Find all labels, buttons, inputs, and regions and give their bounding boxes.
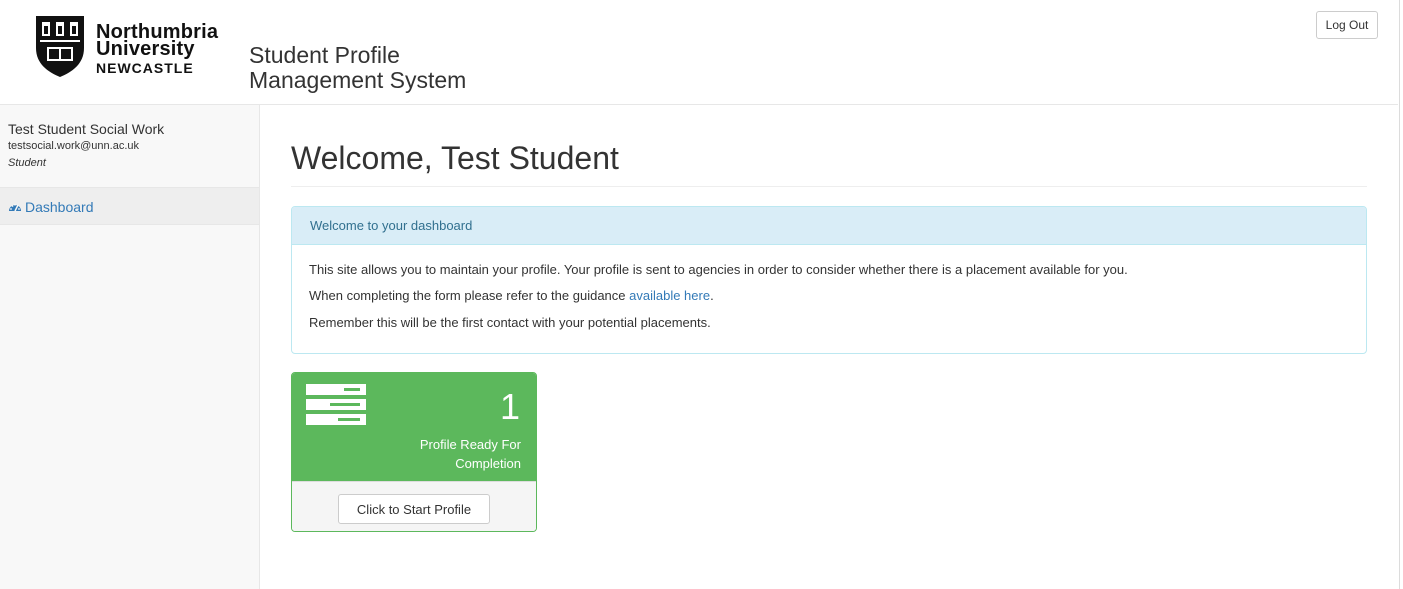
guidance-text: When completing the form please refer to… [309,288,630,303]
info-panel: Welcome to your dashboard This site allo… [291,206,1367,354]
app-title-line2: Management System [249,67,467,93]
guidance-link[interactable]: available here [629,288,710,303]
user-name: Test Student Social Work [8,121,165,137]
logo-line2: University [96,38,195,60]
sidebar: Test Student Social Work testsocial.work… [0,105,260,589]
user-email: testsocial.work@unn.ac.uk [8,140,140,152]
server-icon [306,384,366,425]
sidebar-item-dashboard[interactable]: Dashboard [0,187,259,225]
guidance-suffix: . [710,288,714,303]
crest-icon [36,16,84,77]
profile-count: 1 [499,386,520,427]
app-title-line1: Student Profile [249,42,400,68]
start-profile-button[interactable]: Click to Start Profile [338,494,490,524]
university-logo[interactable]: Northumbria University NEWCASTLE [34,14,234,80]
profile-card: 1 Profile Ready For Completion Click to … [291,372,537,532]
panel-paragraph: When completing the form please refer to… [309,288,714,303]
profile-card-header: 1 Profile Ready For Completion [292,373,536,481]
page-header: Northumbria University NEWCASTLE Student… [0,0,1398,105]
profile-card-footer: Click to Start Profile [292,481,536,531]
sidebar-item-label: Dashboard [25,199,94,215]
app-title: Student Profile Management System [249,43,466,93]
user-role: Student [8,157,46,169]
window-edge [1399,0,1400,589]
profile-status-label: Profile Ready For Completion [419,437,521,471]
panel-paragraph: Remember this will be the first contact … [309,315,711,330]
panel-paragraph: This site allows you to maintain your pr… [309,262,1128,277]
divider [291,186,1367,187]
logo-line3: NEWCASTLE [96,60,194,76]
dashboard-icon [9,203,21,212]
logout-button[interactable]: Log Out [1316,11,1378,39]
panel-heading-text: Welcome to your dashboard [310,218,473,233]
page-title: Welcome, Test Student [291,140,619,176]
panel-heading: Welcome to your dashboard [292,207,1366,245]
